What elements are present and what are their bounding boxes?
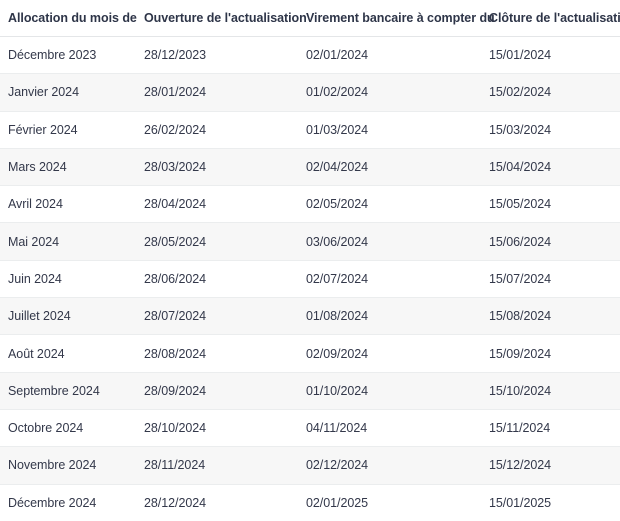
- cell-closing-date: 15/03/2024: [481, 111, 620, 149]
- cell-closing-date: 15/01/2025: [481, 484, 620, 521]
- cell-closing-date: 15/05/2024: [481, 185, 620, 224]
- cell-opening-date: 28/06/2024: [136, 260, 298, 299]
- table-row: Septembre 2024 28/09/2024 01/10/2024 15/…: [0, 372, 620, 410]
- cell-opening-date: 28/05/2024: [136, 222, 298, 261]
- cell-closing-date: 15/08/2024: [481, 297, 620, 336]
- table-row: Octobre 2024 28/10/2024 04/11/2024 15/11…: [0, 409, 620, 448]
- cell-allocation-month: Juillet 2024: [0, 297, 136, 336]
- cell-closing-date: 15/02/2024: [481, 73, 620, 112]
- cell-closing-date: 15/01/2024: [481, 36, 620, 75]
- cell-opening-date: 28/09/2024: [136, 372, 298, 410]
- cell-bank-transfer-date: 03/06/2024: [298, 222, 481, 261]
- cell-bank-transfer-date: 01/03/2024: [298, 111, 481, 149]
- cell-bank-transfer-date: 02/05/2024: [298, 185, 481, 224]
- cell-opening-date: 28/07/2024: [136, 297, 298, 336]
- column-header-bank-transfer-date: Virement bancaire à compter du: [298, 0, 495, 37]
- cell-closing-date: 15/12/2024: [481, 446, 620, 485]
- cell-allocation-month: Août 2024: [0, 334, 136, 373]
- cell-closing-date: 15/11/2024: [481, 409, 620, 448]
- cell-opening-date: 28/12/2024: [136, 484, 298, 521]
- cell-bank-transfer-date: 02/01/2025: [298, 484, 481, 521]
- cell-closing-date: 15/10/2024: [481, 372, 620, 410]
- cell-allocation-month: Mai 2024: [0, 222, 136, 261]
- cell-allocation-month: Décembre 2023: [0, 36, 136, 75]
- allocation-schedule-table: Allocation du mois de Ouverture de l'act…: [0, 0, 620, 521]
- cell-allocation-month: Novembre 2024: [0, 446, 136, 485]
- cell-opening-date: 28/08/2024: [136, 334, 298, 373]
- cell-closing-date: 15/06/2024: [481, 222, 620, 261]
- cell-opening-date: 28/11/2024: [136, 446, 298, 485]
- table-header-row: Allocation du mois de Ouverture de l'act…: [0, 0, 620, 37]
- cell-opening-date: 26/02/2024: [136, 111, 298, 149]
- cell-bank-transfer-date: 02/12/2024: [298, 446, 481, 485]
- cell-opening-date: 28/04/2024: [136, 185, 298, 224]
- table-row: Avril 2024 28/04/2024 02/05/2024 15/05/2…: [0, 185, 620, 224]
- table-row: Février 2024 26/02/2024 01/03/2024 15/03…: [0, 111, 620, 149]
- cell-bank-transfer-date: 02/09/2024: [298, 334, 481, 373]
- cell-bank-transfer-date: 02/01/2024: [298, 36, 481, 75]
- cell-bank-transfer-date: 01/10/2024: [298, 372, 481, 410]
- table-row: Juin 2024 28/06/2024 02/07/2024 15/07/20…: [0, 260, 620, 299]
- cell-bank-transfer-date: 02/07/2024: [298, 260, 481, 299]
- cell-opening-date: 28/03/2024: [136, 148, 298, 187]
- cell-allocation-month: Décembre 2024: [0, 484, 136, 521]
- cell-closing-date: 15/04/2024: [481, 148, 620, 187]
- cell-bank-transfer-date: 04/11/2024: [298, 409, 481, 448]
- cell-closing-date: 15/09/2024: [481, 334, 620, 373]
- cell-allocation-month: Octobre 2024: [0, 409, 136, 448]
- cell-bank-transfer-date: 02/04/2024: [298, 148, 481, 187]
- cell-allocation-month: Juin 2024: [0, 260, 136, 299]
- cell-allocation-month: Février 2024: [0, 111, 136, 149]
- cell-allocation-month: Avril 2024: [0, 185, 136, 224]
- column-header-closing-date: Clôture de l'actualisation: [481, 0, 620, 37]
- cell-bank-transfer-date: 01/02/2024: [298, 73, 481, 112]
- table-row: Décembre 2024 28/12/2024 02/01/2025 15/0…: [0, 484, 620, 521]
- cell-opening-date: 28/01/2024: [136, 73, 298, 112]
- table-row: Janvier 2024 28/01/2024 01/02/2024 15/02…: [0, 73, 620, 112]
- column-header-opening-date: Ouverture de l'actualisation: [136, 0, 307, 37]
- cell-opening-date: 28/10/2024: [136, 409, 298, 448]
- table-row: Mars 2024 28/03/2024 02/04/2024 15/04/20…: [0, 148, 620, 187]
- column-header-allocation-month: Allocation du mois de: [0, 0, 137, 37]
- cell-allocation-month: Septembre 2024: [0, 372, 136, 410]
- table-row: Juillet 2024 28/07/2024 01/08/2024 15/08…: [0, 297, 620, 336]
- cell-closing-date: 15/07/2024: [481, 260, 620, 299]
- table-row: Novembre 2024 28/11/2024 02/12/2024 15/1…: [0, 446, 620, 485]
- cell-opening-date: 28/12/2023: [136, 36, 298, 75]
- table-row: Août 2024 28/08/2024 02/09/2024 15/09/20…: [0, 334, 620, 373]
- cell-allocation-month: Janvier 2024: [0, 73, 136, 112]
- cell-bank-transfer-date: 01/08/2024: [298, 297, 481, 336]
- cell-allocation-month: Mars 2024: [0, 148, 136, 187]
- table-body: Décembre 2023 28/12/2023 02/01/2024 15/0…: [0, 36, 620, 521]
- table-row: Décembre 2023 28/12/2023 02/01/2024 15/0…: [0, 36, 620, 75]
- table-header: Allocation du mois de Ouverture de l'act…: [0, 0, 620, 37]
- table-row: Mai 2024 28/05/2024 03/06/2024 15/06/202…: [0, 222, 620, 261]
